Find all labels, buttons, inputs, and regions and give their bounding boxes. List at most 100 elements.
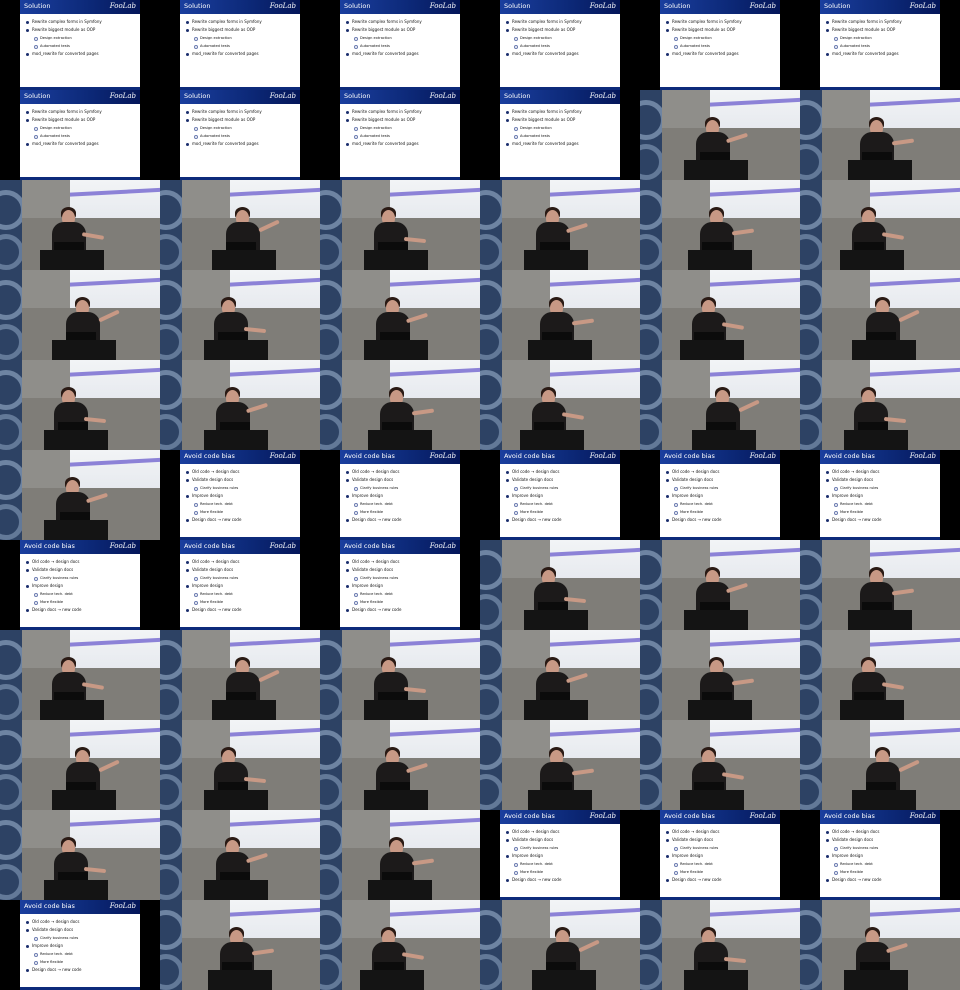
slide-bullet: Validate design docs [186, 476, 298, 484]
slide-bullet: More flexible [834, 508, 938, 516]
slide-title-bar: Solution FooLab [180, 90, 300, 104]
slide-frame: Avoid code bias FooLab Old code → design d… [160, 450, 320, 540]
conference-banner [480, 630, 502, 720]
speaker-frame [320, 180, 480, 270]
lectern [364, 790, 428, 810]
slide-frame: Avoid code bias FooLab Old code → design d… [640, 810, 800, 900]
slide-bullet: Improve design [186, 492, 298, 500]
conference-banner [480, 180, 502, 270]
slide-bullet: Clarify business rules [354, 574, 458, 582]
slide-frame: Solution FooLab Rewrite complex forms in S… [0, 90, 160, 180]
slide-bullet: Clarify business rules [34, 934, 138, 942]
lectern [684, 160, 748, 180]
slide-bullet: Validate design docs [346, 566, 458, 574]
slide-bullet: Automated tests [194, 132, 298, 140]
slide-title-bar: Solution FooLab [500, 90, 620, 104]
lectern [528, 340, 592, 360]
slide-card: Solution FooLab Rewrite complex forms in S… [180, 0, 300, 90]
slide-title-bar: Avoid code bias FooLab [20, 540, 140, 554]
slide-bullet: Validate design docs [26, 566, 138, 574]
slide-bullet: Reduce tech. debt [34, 590, 138, 598]
slide-frame: Solution FooLab Rewrite complex forms in S… [160, 90, 320, 180]
slide-bullet-list: Old code → design docs Validate design do… [506, 828, 618, 884]
lectern [684, 610, 748, 630]
conference-banner [0, 180, 22, 270]
lectern [368, 430, 432, 450]
slide-logo: FooLab [749, 812, 776, 820]
projection-screen [550, 540, 640, 578]
slide-title: Avoid code bias [824, 452, 875, 460]
projection-screen [390, 270, 480, 308]
slide-bullet: Improve design [346, 582, 458, 590]
speaker-frame [160, 900, 320, 990]
conference-banner [0, 630, 22, 720]
slide-card: Avoid code bias FooLab Old code → design d… [660, 450, 780, 540]
slide-bullet: Old code → design docs [666, 828, 778, 836]
slide-bullet: Design docs → new code [506, 516, 618, 524]
slide-bullet: Reduce tech. debt [514, 500, 618, 508]
slide-bullet: Improve design [26, 942, 138, 950]
slide-bullet: Clarify business rules [194, 574, 298, 582]
slide-bullet: Reduce tech. debt [194, 500, 298, 508]
conference-banner [160, 810, 182, 900]
slide-card: Solution FooLab Rewrite complex forms in S… [180, 90, 300, 180]
slide-logo: FooLab [589, 812, 616, 820]
slide-bullet-list: Old code → design docs Validate design do… [666, 828, 778, 884]
slide-bullet: Reduce tech. debt [34, 950, 138, 958]
lectern [524, 250, 588, 270]
slide-bullet: Automated tests [354, 42, 458, 50]
slide-title: Solution [184, 2, 211, 10]
projection-screen [390, 630, 480, 668]
slide-title: Avoid code bias [24, 902, 75, 910]
slide-title-bar: Avoid code bias FooLab [340, 450, 460, 464]
lectern [204, 790, 268, 810]
slide-title: Solution [344, 2, 371, 10]
slide-bullet: mod_rewrite for converted pages [186, 50, 298, 58]
slide-title-bar: Avoid code bias FooLab [660, 810, 780, 824]
slide-title-bar: Avoid code bias FooLab [180, 450, 300, 464]
conference-banner [0, 810, 22, 900]
speaker-frame [480, 720, 640, 810]
slide-bullet: Improve design [506, 852, 618, 860]
lectern [688, 700, 752, 720]
slide-bullet: Reduce tech. debt [514, 860, 618, 868]
slide-card: Avoid code bias FooLab Old code → design d… [340, 450, 460, 540]
speaker-frame [480, 270, 640, 360]
lectern [44, 520, 108, 540]
slide-logo: FooLab [749, 452, 776, 460]
slide-bullet-list: Old code → design docs Validate design do… [666, 468, 778, 524]
speaker-frame [800, 720, 960, 810]
slide-logo: FooLab [429, 2, 456, 10]
slide-title: Solution [184, 92, 211, 100]
slide-title-bar: Avoid code bias FooLab [820, 810, 940, 824]
conference-banner [0, 270, 22, 360]
projection-screen [710, 90, 800, 128]
lectern [844, 430, 908, 450]
slide-bullet-list: Old code → design docs Validate design do… [186, 558, 298, 614]
conference-banner [800, 630, 822, 720]
slide-bullet: Improve design [666, 852, 778, 860]
projection-screen [70, 630, 160, 668]
slide-bullet-list: Old code → design docs Validate design do… [506, 468, 618, 524]
slide-bullet: Design extraction [514, 124, 618, 132]
projection-screen [70, 450, 160, 488]
projection-screen [550, 360, 640, 398]
slide-bullet: More flexible [354, 598, 458, 606]
slide-bullet: Rewrite complex forms in Symfony [506, 108, 618, 116]
slide-bullet-list: Rewrite complex forms in Symfony Rewrite … [26, 18, 138, 58]
slide-bullet: Design extraction [354, 34, 458, 42]
slide-bullet: Design docs → new code [826, 516, 938, 524]
slide-bullet: Reduce tech. debt [194, 590, 298, 598]
slide-bullet: mod_rewrite for converted pages [666, 50, 778, 58]
lectern [524, 700, 588, 720]
slide-bullet: Design docs → new code [346, 606, 458, 614]
projection-screen [870, 630, 960, 668]
slide-bullet: Validate design docs [26, 926, 138, 934]
projection-screen [230, 360, 320, 398]
speaker-frame [0, 720, 160, 810]
slide-logo: FooLab [429, 452, 456, 460]
slide-title: Solution [344, 92, 371, 100]
slide-logo: FooLab [749, 2, 776, 10]
slide-frame: Avoid code bias FooLab Old code → design d… [0, 900, 160, 990]
projection-screen [710, 540, 800, 578]
